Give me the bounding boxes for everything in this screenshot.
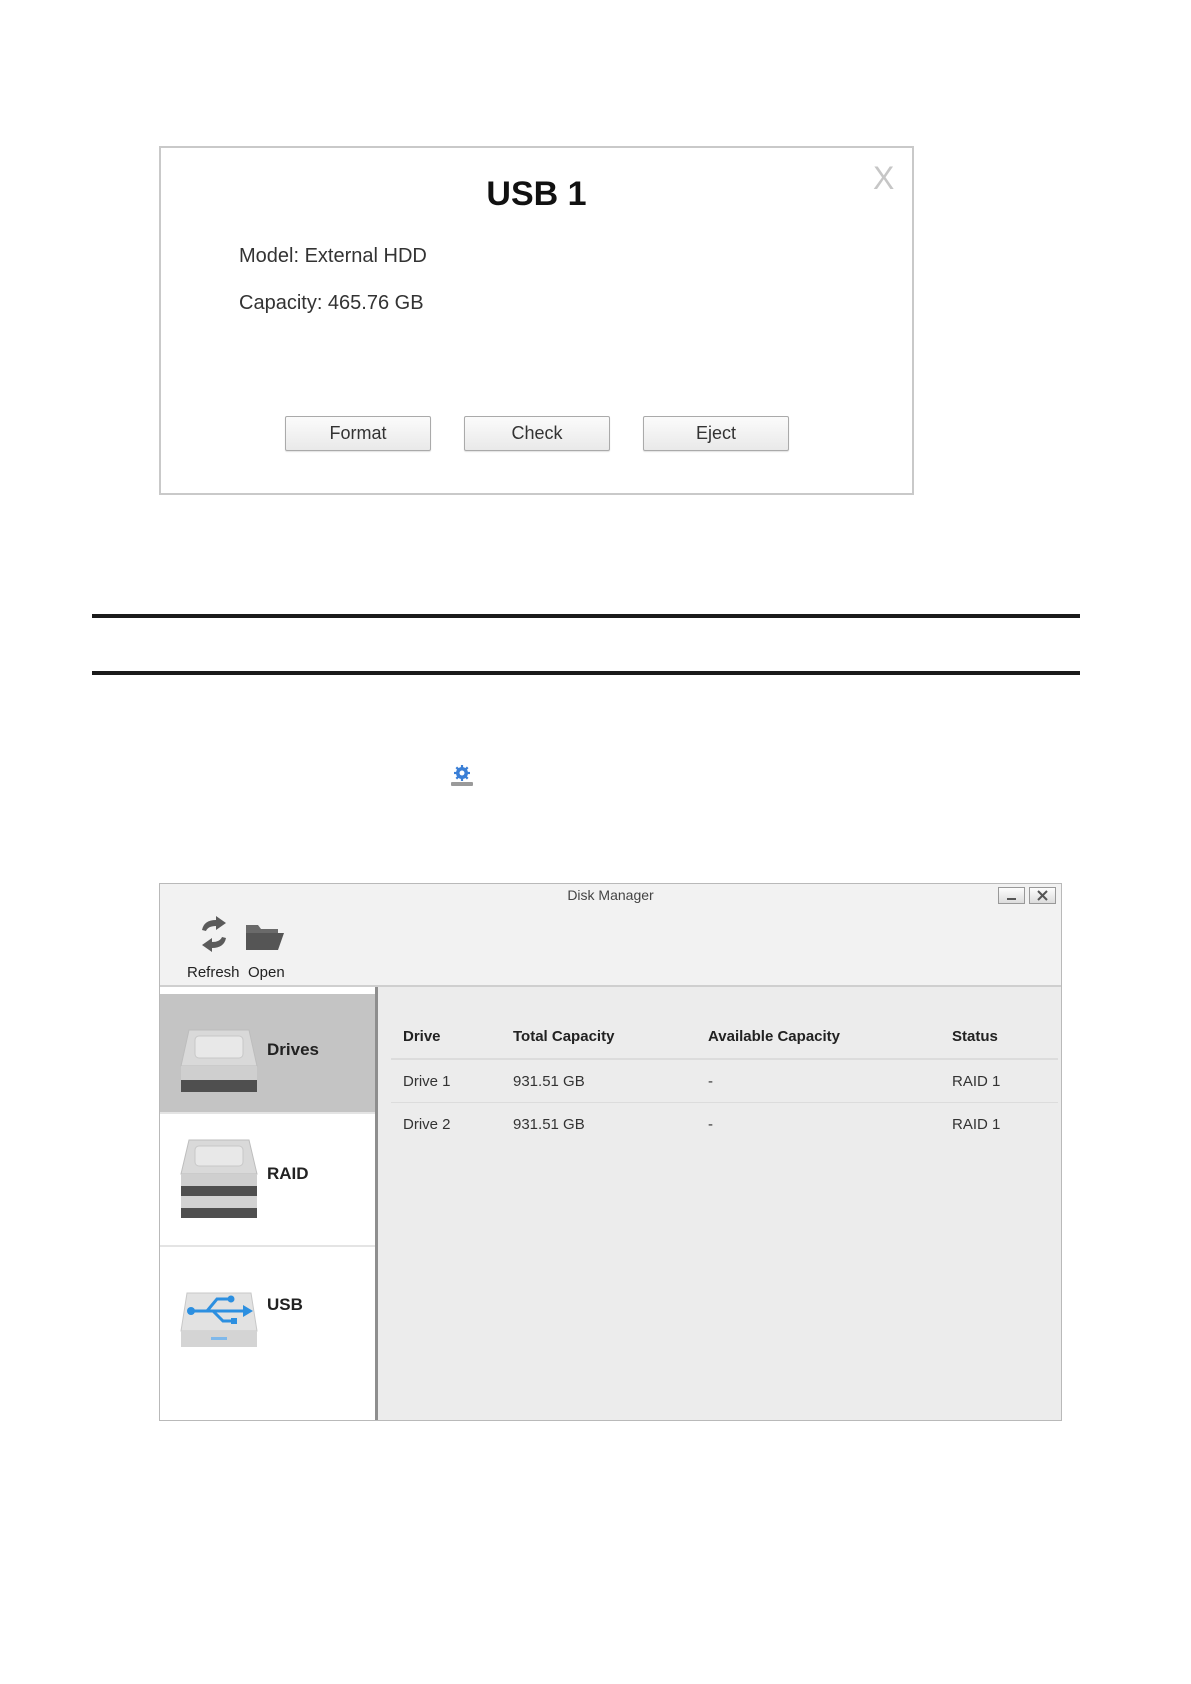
divider-top [92, 614, 1080, 618]
close-icon[interactable]: X [873, 162, 894, 194]
refresh-label[interactable]: Refresh [187, 964, 240, 981]
drives-panel: Drive Total Capacity Available Capacity … [378, 987, 1061, 1420]
sidebar-item-usb[interactable]: USB [160, 1247, 375, 1382]
drives-table: Drive Total Capacity Available Capacity … [391, 1015, 1058, 1145]
window-title: Disk Manager [567, 887, 654, 903]
folder-open-icon[interactable] [244, 921, 286, 951]
cell-drive: Drive 1 [391, 1059, 501, 1103]
table-row[interactable]: Drive 2 931.51 GB - RAID 1 [391, 1103, 1058, 1146]
eject-button[interactable]: Eject [643, 416, 789, 451]
format-button[interactable]: Format [285, 416, 431, 451]
cell-status: RAID 1 [940, 1059, 1058, 1103]
cell-available-capacity: - [708, 1115, 713, 1133]
cell-available-capacity: - [696, 1059, 940, 1103]
disk-manager-window: Disk Manager Refresh Open Drives RAID US… [159, 883, 1062, 1421]
usb-icon [180, 1292, 258, 1347]
window-close-button[interactable] [1029, 887, 1056, 904]
window-close-icon [1037, 890, 1048, 901]
sidebar-item-drives[interactable]: Drives [160, 994, 375, 1114]
refresh-icon[interactable] [196, 914, 232, 954]
open-label[interactable]: Open [248, 964, 285, 981]
gear-disk-icon [451, 765, 473, 786]
dialog-title: USB 1 [486, 175, 587, 213]
cell-status: RAID 1 [952, 1115, 1001, 1133]
model-text: Model: External HDD [239, 245, 427, 267]
sidebar-label-usb: USB [267, 1295, 303, 1314]
drive-icon [180, 1029, 258, 1092]
check-button[interactable]: Check [464, 416, 610, 451]
column-header-status[interactable]: Status [940, 1015, 1058, 1060]
column-header-drive[interactable]: Drive [391, 1015, 501, 1060]
sidebar-item-raid[interactable]: RAID [160, 1114, 375, 1247]
cell-total-capacity: 931.51 GB [513, 1115, 585, 1133]
column-header-total-capacity[interactable]: Total Capacity [501, 1015, 696, 1060]
sidebar: Drives RAID USB [160, 987, 375, 1420]
sidebar-label-drives: Drives [267, 1040, 319, 1059]
cell-total-capacity: 931.51 GB [501, 1059, 696, 1103]
sidebar-label-raid: RAID [267, 1164, 309, 1183]
raid-icon [180, 1139, 258, 1218]
capacity-text: Capacity: 465.76 GB [239, 292, 424, 314]
usb-dialog: USB 1 X Model: External HDD Capacity: 46… [159, 146, 914, 495]
table-header-row: Drive Total Capacity Available Capacity … [391, 1015, 1058, 1060]
cell-drive: Drive 2 [403, 1115, 451, 1133]
minimize-button[interactable] [998, 887, 1025, 904]
table-row[interactable]: Drive 1 931.51 GB - RAID 1 [391, 1059, 1058, 1103]
divider-bottom [92, 671, 1080, 675]
minimize-icon [1007, 898, 1016, 900]
column-header-available-capacity[interactable]: Available Capacity [696, 1015, 940, 1060]
